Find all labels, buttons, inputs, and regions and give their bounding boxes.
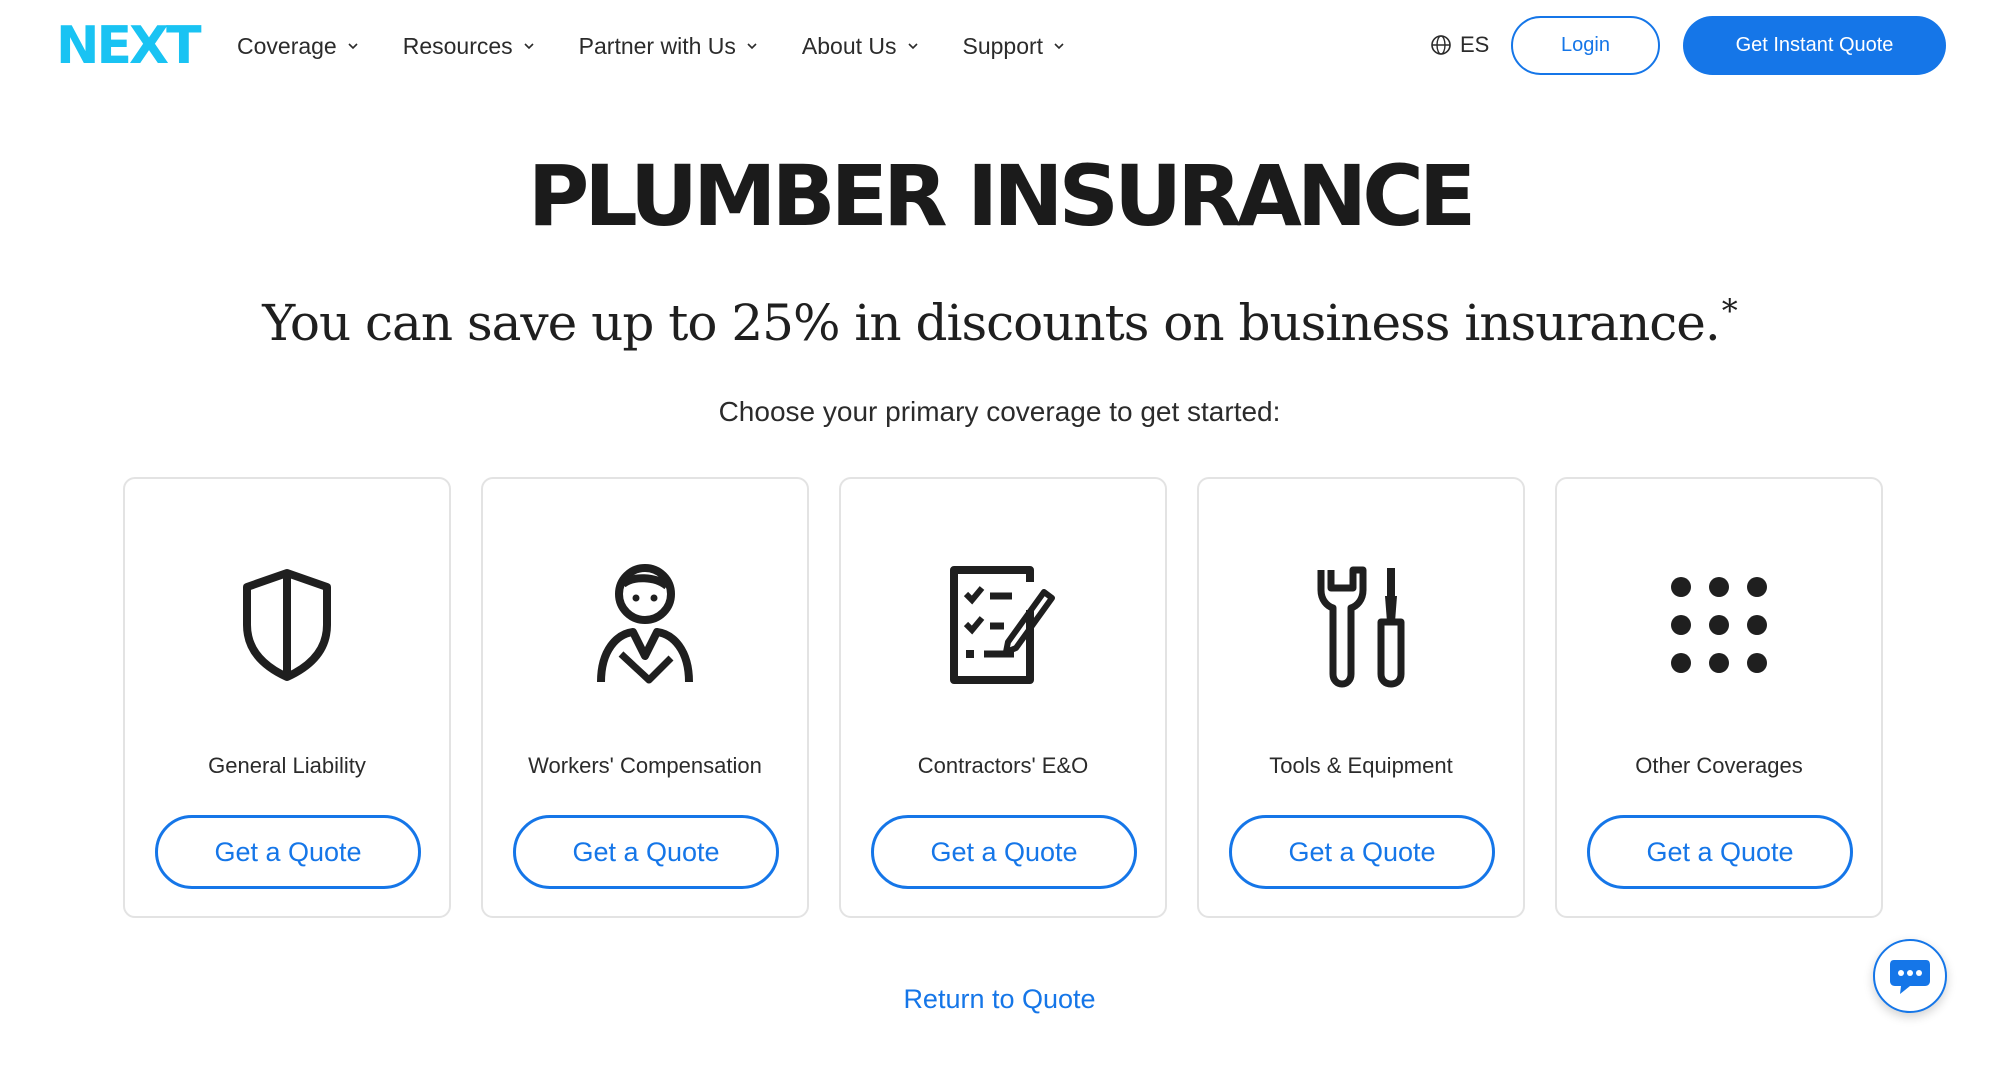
shield-icon bbox=[225, 563, 349, 687]
nav-resources[interactable]: Resources bbox=[403, 30, 535, 62]
coverage-label: Other Coverages bbox=[1635, 753, 1803, 778]
nav-about[interactable]: About Us bbox=[802, 30, 919, 62]
nav-partner[interactable]: Partner with Us bbox=[579, 30, 758, 62]
main-nav: Coverage Resources Partner with Us About… bbox=[237, 30, 1109, 62]
chevron-down-icon bbox=[907, 43, 918, 50]
globe-icon bbox=[1431, 35, 1451, 55]
coverage-card-general-liability: General Liability Get a Quote bbox=[123, 477, 451, 918]
get-a-quote-button[interactable]: Get a Quote bbox=[1587, 815, 1853, 889]
chat-button[interactable] bbox=[1873, 939, 1947, 1013]
worker-icon bbox=[583, 563, 707, 687]
get-a-quote-button[interactable]: Get a Quote bbox=[155, 815, 421, 889]
return-to-quote-link[interactable]: Return to Quote bbox=[0, 984, 1999, 1015]
nav-coverage[interactable]: Coverage bbox=[237, 30, 359, 62]
grid-dots-icon bbox=[1657, 563, 1781, 687]
coverage-label: Tools & Equipment bbox=[1269, 753, 1453, 778]
coverage-prompt: Choose your primary coverage to get star… bbox=[718, 396, 1281, 427]
page-title: PLUMBER INSURANCE bbox=[527, 147, 1477, 245]
coverage-label: Contractors' E&O bbox=[917, 753, 1089, 778]
get-a-quote-button[interactable]: Get a Quote bbox=[1229, 815, 1495, 889]
coverage-label: Workers' Compensation bbox=[528, 753, 762, 778]
coverage-card-other: Other Coverages Get a Quote bbox=[1555, 477, 1883, 918]
subtitle-text: You can save up to 25% in discounts on b… bbox=[262, 294, 1721, 352]
tools-icon bbox=[1299, 563, 1423, 688]
coverage-cards: General Liability Get a Quote Workers' C… bbox=[123, 477, 1883, 918]
chevron-down-icon bbox=[747, 43, 757, 50]
get-instant-quote-button[interactable]: Get Instant Quote bbox=[1683, 16, 1946, 75]
site-header: NEXT Coverage Resources Partner with Us … bbox=[0, 0, 1999, 92]
coverage-card-tools-equipment: Tools & Equipment Get a Quote bbox=[1197, 477, 1525, 918]
get-a-quote-button[interactable]: Get a Quote bbox=[871, 815, 1137, 889]
coverage-card-workers-comp: Workers' Compensation Get a Quote bbox=[481, 477, 809, 918]
chat-bubble-icon bbox=[1890, 960, 1930, 994]
page: NEXT Coverage Resources Partner with Us … bbox=[0, 0, 1999, 1078]
language-switch[interactable]: ES bbox=[1430, 32, 1489, 58]
chevron-down-icon bbox=[524, 43, 534, 50]
nav-coverage-label: Coverage bbox=[237, 32, 337, 59]
chevron-down-icon bbox=[1054, 43, 1064, 50]
coverage-card-contractors-eo: Contractors' E&O Get a Quote bbox=[839, 477, 1167, 918]
chevron-down-icon bbox=[348, 43, 358, 50]
login-button[interactable]: Login bbox=[1511, 16, 1660, 75]
disclaimer-asterisk: * bbox=[1721, 292, 1738, 330]
nav-support-label: Support bbox=[962, 32, 1044, 59]
nav-partner-label: Partner with Us bbox=[578, 32, 736, 59]
next-logo[interactable]: NEXT bbox=[56, 20, 202, 72]
get-a-quote-button[interactable]: Get a Quote bbox=[513, 815, 779, 889]
nav-about-label: About Us bbox=[801, 32, 897, 59]
nav-resources-label: Resources bbox=[402, 32, 513, 59]
page-subtitle: You can save up to 25% in discounts on b… bbox=[0, 278, 1999, 356]
nav-support[interactable]: Support bbox=[963, 30, 1066, 62]
checklist-icon bbox=[941, 563, 1065, 687]
language-label: ES bbox=[1460, 32, 1490, 57]
coverage-label: General Liability bbox=[208, 753, 366, 778]
